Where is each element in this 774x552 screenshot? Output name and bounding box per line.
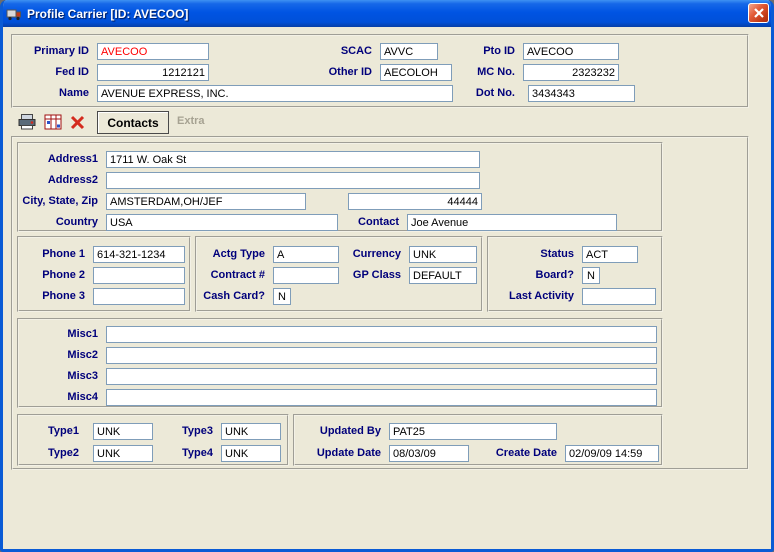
cash-card-field[interactable] <box>273 288 291 305</box>
board-label: Board? <box>536 269 575 282</box>
primary-id-field[interactable] <box>97 43 209 60</box>
board-icon <box>44 114 62 130</box>
phone1-field[interactable] <box>93 246 185 263</box>
country-label: Country <box>56 216 98 229</box>
zip-field[interactable] <box>348 193 482 210</box>
name-field[interactable] <box>97 85 453 102</box>
accounting-group: Actg Type Contract # Cash Card? Currency… <box>195 236 483 312</box>
contract-number-field[interactable] <box>273 267 339 284</box>
country-field[interactable] <box>106 214 338 231</box>
status-field[interactable] <box>582 246 638 263</box>
scac-label: SCAC <box>341 45 372 58</box>
currency-label: Currency <box>353 248 401 261</box>
tab-extra-label: Extra <box>177 115 205 127</box>
types-group: Type1 Type2 Type3 Type4 <box>17 414 289 466</box>
board-field[interactable] <box>582 267 600 284</box>
contract-number-label: Contract # <box>211 269 265 282</box>
gp-class-field[interactable] <box>409 267 477 284</box>
primary-id-label: Primary ID <box>34 45 89 58</box>
type2-field[interactable] <box>93 445 153 462</box>
address2-label: Address2 <box>48 174 98 187</box>
city-state-zip-field[interactable] <box>106 193 306 210</box>
type1-label: Type1 <box>48 425 79 438</box>
misc3-field[interactable] <box>106 368 657 385</box>
type2-label: Type2 <box>48 447 79 460</box>
last-activity-label: Last Activity <box>509 290 574 303</box>
audit-group: Updated By Update Date Create Date <box>293 414 663 466</box>
titlebar[interactable]: Profile Carrier [ID: AVECOO] <box>0 0 774 27</box>
phone2-field[interactable] <box>93 267 185 284</box>
pto-id-label: Pto ID <box>483 45 515 58</box>
update-date-field[interactable] <box>389 445 469 462</box>
dot-no-label: Dot No. <box>476 87 515 100</box>
type4-field[interactable] <box>221 445 281 462</box>
fed-id-field[interactable] <box>97 64 209 81</box>
contact-field[interactable] <box>407 214 617 231</box>
phone3-field[interactable] <box>93 288 185 305</box>
tab-contacts-label: Contacts <box>107 116 158 130</box>
type1-field[interactable] <box>93 423 153 440</box>
printer-button[interactable] <box>15 111 39 133</box>
misc2-field[interactable] <box>106 347 657 364</box>
phone2-label: Phone 2 <box>42 269 85 282</box>
app-icon <box>6 7 22 21</box>
tab-contacts[interactable]: Contacts <box>97 111 169 134</box>
phone1-label: Phone 1 <box>42 248 85 261</box>
type3-field[interactable] <box>221 423 281 440</box>
updated-by-field[interactable] <box>389 423 557 440</box>
delete-button[interactable] <box>65 111 89 133</box>
tab-extra: Extra <box>177 115 205 127</box>
misc2-label: Misc2 <box>67 349 98 362</box>
updated-by-label: Updated By <box>320 425 381 438</box>
contact-label: Contact <box>358 216 399 229</box>
status-label: Status <box>540 248 574 261</box>
misc1-label: Misc1 <box>67 328 98 341</box>
misc4-label: Misc4 <box>67 391 98 404</box>
gp-class-label: GP Class <box>353 269 401 282</box>
create-date-label: Create Date <box>496 447 557 460</box>
pto-id-field[interactable] <box>523 43 619 60</box>
address-group: Address1 Address2 City, State, Zip Count… <box>17 142 663 232</box>
printer-icon <box>18 114 36 130</box>
carrier-id-group: Primary ID SCAC Pto ID Fed ID Other ID M… <box>11 34 749 108</box>
create-date-field[interactable] <box>565 445 659 462</box>
dot-no-field[interactable] <box>528 85 635 102</box>
phone3-label: Phone 3 <box>42 290 85 303</box>
update-date-label: Update Date <box>317 447 381 460</box>
profile-carrier-window: Profile Carrier [ID: AVECOO] Primary ID … <box>0 0 774 552</box>
mc-no-label: MC No. <box>477 66 515 79</box>
address2-field[interactable] <box>106 172 480 189</box>
actg-type-label: Actg Type <box>213 248 265 261</box>
type4-label: Type4 <box>182 447 213 460</box>
other-id-label: Other ID <box>329 66 372 79</box>
actg-type-field[interactable] <box>273 246 339 263</box>
address1-field[interactable] <box>106 151 480 168</box>
city-state-zip-label: City, State, Zip <box>22 195 98 208</box>
board-button[interactable] <box>41 111 65 133</box>
scac-field[interactable] <box>380 43 438 60</box>
misc3-label: Misc3 <box>67 370 98 383</box>
type3-label: Type3 <box>182 425 213 438</box>
address1-label: Address1 <box>48 153 98 166</box>
name-label: Name <box>59 87 89 100</box>
other-id-field[interactable] <box>380 64 452 81</box>
fed-id-label: Fed ID <box>55 66 89 79</box>
mc-no-field[interactable] <box>523 64 619 81</box>
delete-icon <box>70 115 85 130</box>
cash-card-label: Cash Card? <box>203 290 265 303</box>
status-group: Status Board? Last Activity <box>487 236 663 312</box>
misc1-field[interactable] <box>106 326 657 343</box>
last-activity-field[interactable] <box>582 288 656 305</box>
phones-group: Phone 1 Phone 2 Phone 3 <box>17 236 191 312</box>
currency-field[interactable] <box>409 246 477 263</box>
close-icon <box>754 8 764 18</box>
misc4-field[interactable] <box>106 389 657 406</box>
close-button[interactable] <box>748 3 769 23</box>
misc-group: Misc1 Misc2 Misc3 Misc4 <box>17 318 663 408</box>
window-title: Profile Carrier [ID: AVECOO] <box>27 7 188 21</box>
